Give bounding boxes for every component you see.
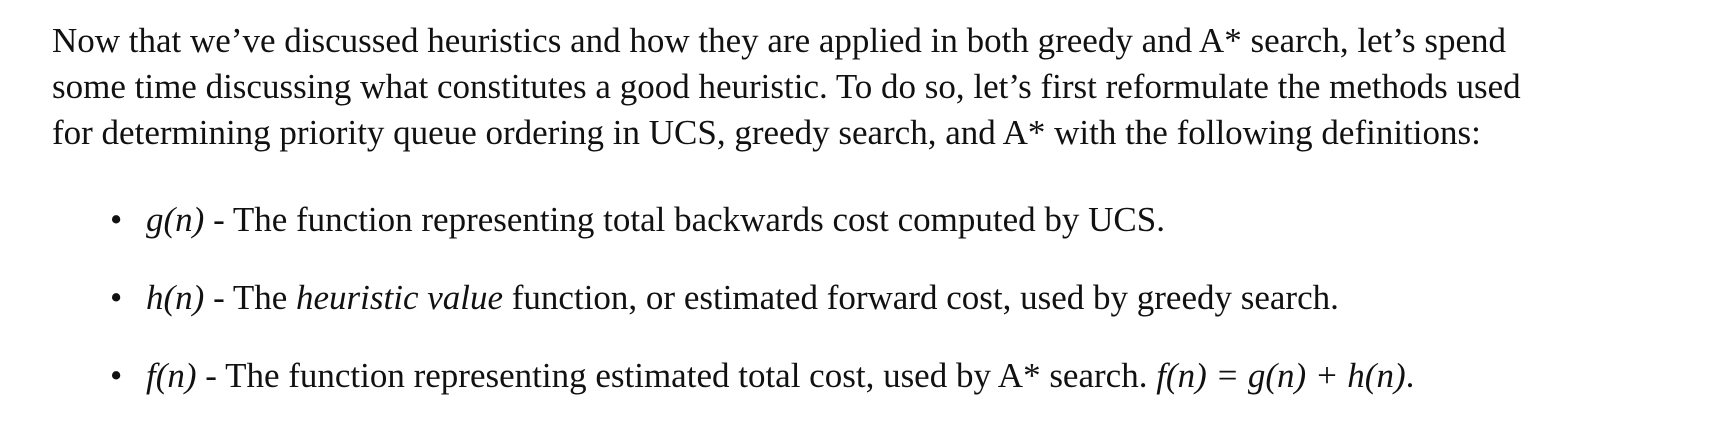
definition-text-h-after: function, or estimated forward cost, use… — [503, 278, 1339, 317]
definition-symbol-g: g(n) — [146, 200, 205, 239]
definition-list: • g(n) - The function representing total… — [52, 198, 1674, 398]
intro-paragraph: Now that we’ve discussed heuristics and … — [52, 18, 1674, 156]
bullet-icon: • — [110, 356, 123, 395]
definition-emphasis-h: heuristic value — [296, 278, 504, 317]
definition-symbol-f: f(n) — [146, 356, 197, 395]
bullet-icon: • — [110, 278, 123, 317]
bullet-icon: • — [110, 200, 123, 239]
definition-text-h-before: - The — [204, 278, 296, 317]
definition-text-g: - The function representing total backwa… — [204, 200, 1165, 239]
definition-item-g: • g(n) - The function representing total… — [52, 198, 1674, 242]
intro-line-2: some time discussing what constitutes a … — [52, 67, 1521, 106]
definition-formula-f: f(n) = g(n) + h(n) — [1156, 356, 1406, 395]
intro-line-3: for determining priority queue ordering … — [52, 113, 1481, 152]
document-body: Now that we’ve discussed heuristics and … — [52, 18, 1674, 432]
definition-text-f: - The function representing estimated to… — [196, 356, 1157, 395]
intro-line-1: Now that we’ve discussed heuristics and … — [52, 21, 1507, 60]
definition-end-f: . — [1405, 356, 1415, 395]
definition-item-h: • h(n) - The heuristic value function, o… — [52, 276, 1674, 320]
definition-item-f: • f(n) - The function representing estim… — [52, 354, 1674, 398]
definition-symbol-h: h(n) — [146, 278, 205, 317]
